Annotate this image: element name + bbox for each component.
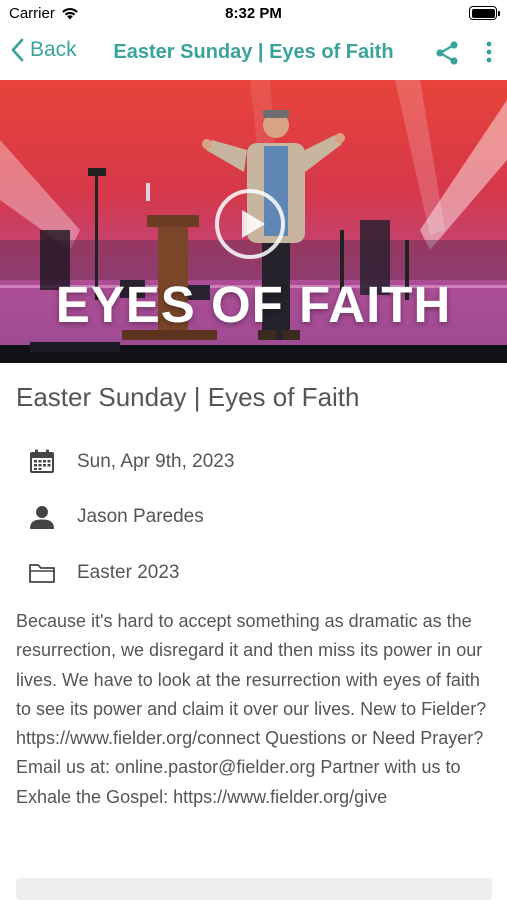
back-button[interactable]: Back bbox=[10, 38, 77, 62]
content-card bbox=[16, 878, 492, 900]
battery-icon bbox=[469, 6, 500, 20]
sermon-series-row: Easter 2023 bbox=[28, 559, 179, 587]
folder-icon bbox=[28, 559, 56, 587]
more-options-button[interactable] bbox=[485, 41, 493, 68]
sermon-date: Sun, Apr 9th, 2023 bbox=[77, 451, 235, 472]
play-icon[interactable] bbox=[212, 186, 288, 262]
sermon-speaker: Jason Paredes bbox=[77, 506, 204, 527]
clock: 8:32 PM bbox=[225, 5, 282, 22]
sermon-video-player[interactable]: EYES OF FAITH bbox=[0, 80, 507, 363]
chevron-left-icon bbox=[11, 38, 24, 62]
sermon-title: Easter Sunday | Eyes of Faith bbox=[16, 382, 360, 412]
back-label: Back bbox=[30, 38, 77, 61]
navigation-bar: Back Easter Sunday | Eyes of Faith bbox=[0, 28, 507, 78]
sermon-series: Easter 2023 bbox=[77, 562, 180, 583]
status-bar: Carrier 8:32 PM bbox=[0, 0, 507, 28]
share-icon bbox=[436, 41, 458, 65]
more-vertical-icon bbox=[486, 41, 492, 63]
battery-level-fill bbox=[471, 8, 495, 18]
calendar-icon bbox=[28, 448, 56, 476]
sermon-speaker-row: Jason Paredes bbox=[28, 503, 204, 531]
sermon-description: Because it's hard to accept something as… bbox=[16, 611, 487, 807]
hero-overlay-title: EYES OF FAITH bbox=[55, 276, 452, 333]
sermon-date-row: Sun, Apr 9th, 2023 bbox=[28, 448, 234, 476]
person-icon bbox=[28, 503, 56, 531]
share-button[interactable] bbox=[435, 40, 459, 71]
